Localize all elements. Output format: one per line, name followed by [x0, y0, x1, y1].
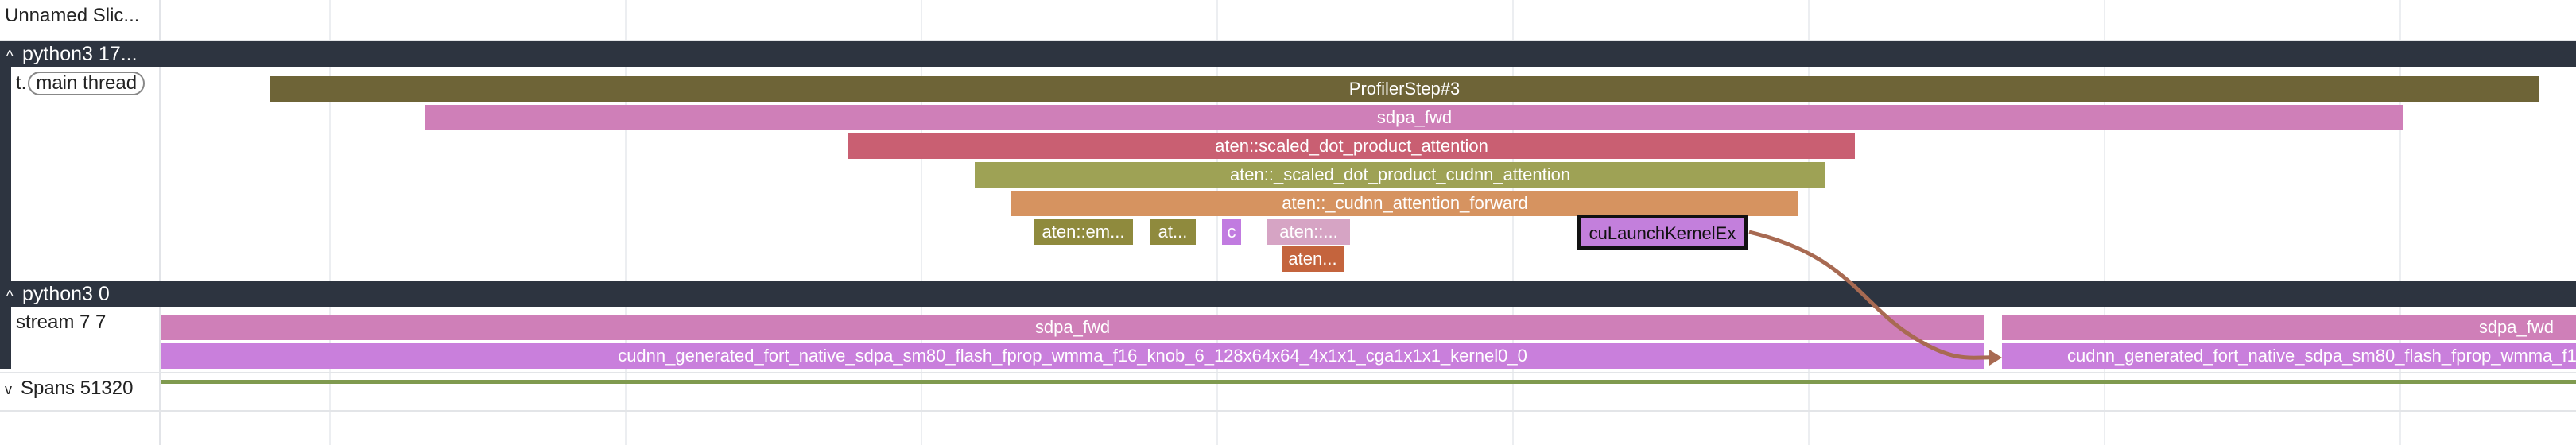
flow-arrow-head [1989, 350, 2002, 366]
flow-arrow [1748, 230, 2002, 366]
flow-arrow-path [1748, 230, 2000, 360]
